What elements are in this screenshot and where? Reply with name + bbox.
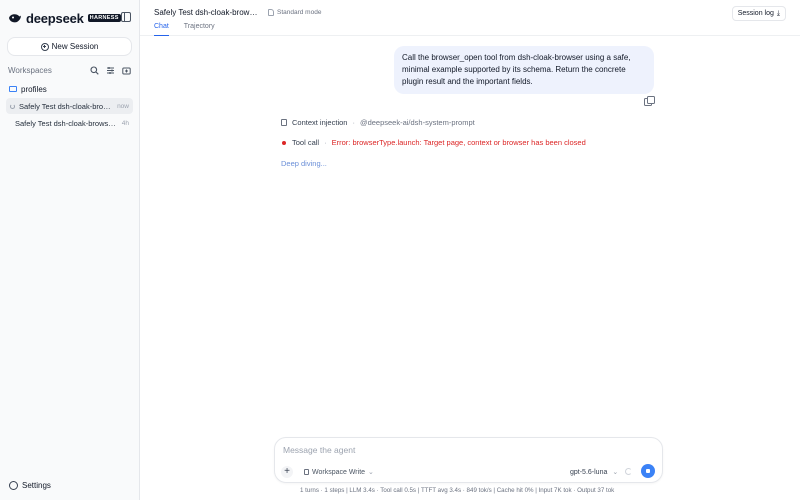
mode-indicator[interactable]: Standard mode — [268, 8, 322, 16]
header: Safely Test dsh-cloak-browser… Standard … — [140, 0, 800, 36]
new-session-button[interactable]: New Session — [7, 37, 132, 56]
step-label: Tool call — [292, 138, 320, 147]
model-label: gpt-5.6-luna — [570, 469, 608, 476]
document-icon — [281, 119, 287, 126]
search-icon[interactable] — [89, 65, 99, 75]
mode-label: Standard mode — [277, 8, 322, 16]
error-message: Error: browserType.launch: Target page, … — [331, 138, 586, 147]
workspace-folder[interactable]: profiles — [0, 81, 139, 97]
workspace-mode-select[interactable]: Workspace Write ⌄ — [304, 468, 374, 476]
settings-label: Settings — [22, 481, 51, 490]
main-panel: Safely Test dsh-cloak-browser… Standard … — [140, 0, 800, 500]
new-session-label: New Session — [51, 42, 99, 51]
tab-trajectory[interactable]: Trajectory — [184, 23, 215, 36]
tab-chat[interactable]: Chat — [154, 23, 169, 36]
workspaces-header: Workspaces — [0, 62, 139, 78]
session-time: 4h — [121, 119, 129, 127]
brand-badge: HARNESS — [87, 14, 121, 22]
chevron-down-icon: ⌄ — [368, 469, 374, 476]
message-input[interactable] — [283, 445, 653, 455]
filter-icon[interactable] — [105, 65, 115, 75]
gear-icon — [9, 481, 18, 490]
loading-spinner-icon — [10, 103, 15, 109]
session-title-heading: Safely Test dsh-cloak-browser… — [154, 7, 258, 17]
tabs: Chat Trajectory — [154, 23, 230, 36]
session-log-button[interactable]: Session log ⤓ — [731, 6, 786, 21]
add-attachment-button[interactable]: + — [281, 466, 293, 478]
session-item[interactable]: Safely Test dsh-cloak-browse… now — [6, 98, 133, 114]
sidebar: deepseek HARNESS New Session Workspaces … — [0, 0, 140, 500]
step-label: Context injection — [292, 118, 348, 127]
step-detail: @deepseek-ai/dsh-system-prompt — [359, 118, 475, 127]
folder-icon — [9, 86, 17, 92]
app-window: deepseek HARNESS New Session Workspaces … — [0, 0, 800, 500]
whale-logo-icon — [9, 14, 21, 23]
session-time: now — [117, 102, 129, 110]
plus-circle-icon — [40, 42, 49, 51]
refresh-icon[interactable] — [625, 468, 632, 475]
download-icon: ⤓ — [776, 9, 780, 17]
brand: deepseek HARNESS — [0, 0, 139, 36]
new-folder-icon[interactable] — [121, 65, 131, 75]
error-dot-icon — [282, 140, 286, 145]
tool-call-step[interactable]: Tool call · Error: browserType.launch: T… — [281, 138, 586, 147]
copy-icon[interactable] — [644, 96, 655, 106]
session-item[interactable]: Safely Test dsh-cloak-browser… 4h — [6, 115, 133, 131]
stop-button[interactable] — [641, 464, 655, 478]
model-select[interactable]: gpt-5.6-luna ⌄ — [570, 468, 618, 476]
composer: + Workspace Write ⌄ gpt-5.6-luna ⌄ — [274, 437, 663, 483]
status-text: Deep diving... — [281, 159, 327, 168]
chevron-down-icon: ⌄ — [612, 469, 619, 476]
workspaces-label: Workspaces — [8, 65, 52, 75]
session-stats: 1 turns · 1 steps | LLM 3.4s · Tool call… — [300, 487, 615, 494]
brand-name: deepseek — [26, 10, 84, 26]
session-title: Safely Test dsh-cloak-browse… — [19, 101, 115, 111]
separator: · — [352, 118, 355, 127]
context-injection-step[interactable]: Context injection · @deepseek-ai/dsh-sys… — [281, 118, 475, 127]
document-icon — [304, 469, 309, 475]
shield-icon — [268, 8, 274, 16]
folder-label: profiles — [21, 84, 47, 94]
session-log-label: Session log — [737, 10, 774, 17]
session-title: Safely Test dsh-cloak-browser… — [15, 118, 119, 128]
settings-button[interactable]: Settings — [9, 481, 51, 490]
separator: · — [324, 138, 327, 147]
user-message: Call the browser_open tool from dsh-cloa… — [394, 46, 654, 94]
workspace-mode-label: Workspace Write — [312, 468, 366, 476]
sidebar-toggle-icon[interactable] — [121, 12, 131, 22]
